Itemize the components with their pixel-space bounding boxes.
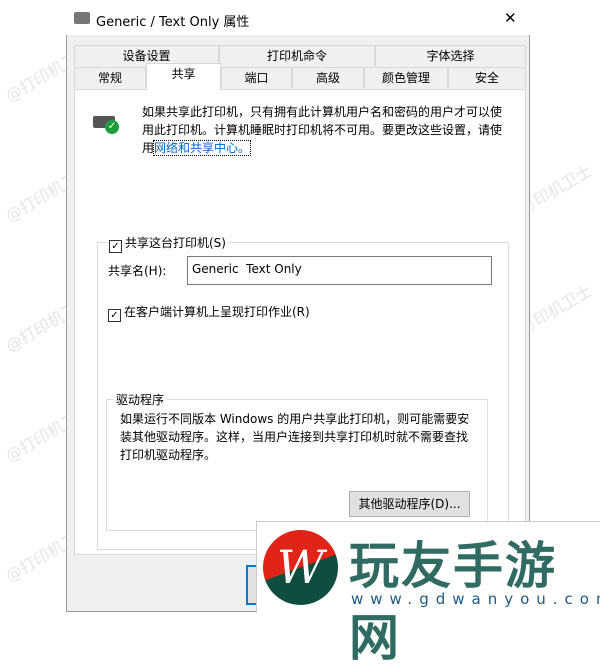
logo-url: www.gdwanyou.com (351, 590, 600, 608)
tab-color-management[interactable]: 颜色管理 (364, 67, 448, 88)
drivers-text: 如果运行不同版本 Windows 的用户共享此打印机，则可能需要安装其他驱动程序… (120, 412, 470, 462)
tab-general[interactable]: 常规 (74, 67, 146, 88)
drivers-title: 驱动程序 (113, 391, 168, 408)
printer-icon (74, 12, 90, 24)
site-logo: W 玩友手游网 www.gdwanyou.com (256, 521, 600, 667)
close-button[interactable]: ✕ (504, 9, 517, 27)
share-checkbox[interactable]: ✓ 共享这台打印机(S) (107, 234, 228, 253)
shared-printer-icon: ✓ (93, 116, 119, 134)
share-name-label: 共享名(H): (108, 264, 167, 278)
checkbox-checked-icon: ✓ (108, 309, 121, 322)
tab-ports[interactable]: 端口 (221, 67, 292, 88)
sharing-info: 如果共享此打印机，只有拥有此计算机用户名和密码的用户才可以使用此打印机。计算机睡… (142, 105, 503, 156)
sharing-panel: ✓ 如果共享此打印机，只有拥有此计算机用户名和密码的用户才可以使用此打印机。计算… (74, 89, 526, 555)
logo-emblem: W (263, 530, 338, 605)
tab-advanced[interactable]: 高级 (292, 67, 364, 88)
tab-font-selection[interactable]: 字体选择 (375, 45, 526, 66)
tab-sharing[interactable]: 共享 (146, 63, 221, 90)
tab-security[interactable]: 安全 (448, 67, 526, 88)
tab-printer-commands[interactable]: 打印机命令 (219, 45, 375, 66)
title-bar: Generic / Text Only 属性 ✕ (66, 3, 530, 35)
window-title: Generic / Text Only 属性 (96, 15, 250, 30)
checkbox-checked-icon: ✓ (109, 240, 122, 253)
render-jobs-checkbox[interactable]: ✓ 在客户端计算机上呈现打印作业(R) (108, 303, 310, 322)
network-sharing-center-link[interactable]: 网络和共享中心。 (153, 140, 252, 156)
share-name-input[interactable]: Generic Text Only (187, 256, 492, 285)
additional-drivers-button[interactable]: 其他驱动程序(D)... (349, 491, 470, 517)
